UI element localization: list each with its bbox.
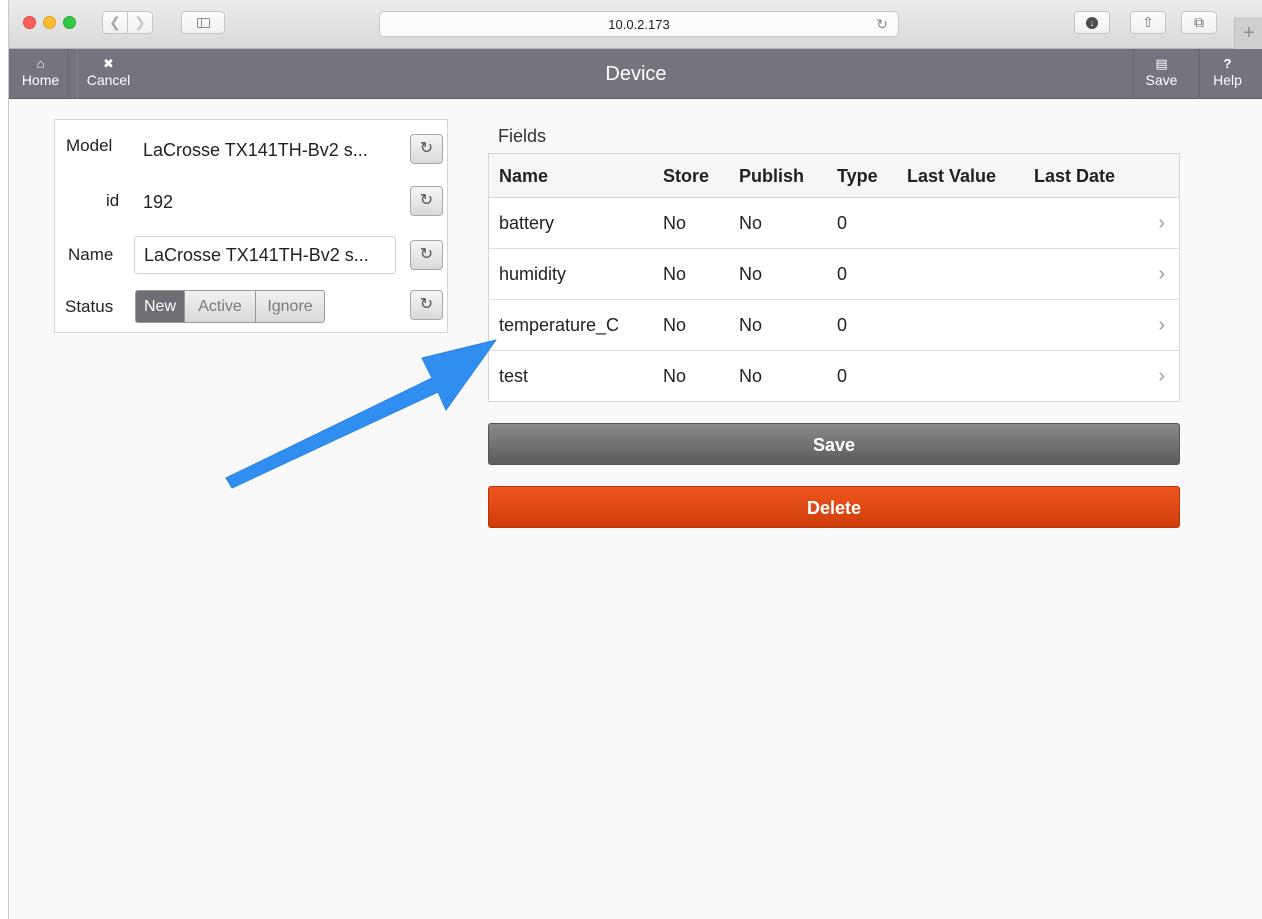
- minimize-window-button[interactable]: [43, 16, 56, 29]
- tabs-icon: ⧉: [1194, 14, 1204, 30]
- table-row[interactable]: humidity No No 0 ›: [489, 249, 1179, 300]
- reload-icon[interactable]: ↻: [876, 16, 888, 33]
- show-tabs-button[interactable]: ⧉: [1181, 11, 1217, 34]
- id-label: id: [106, 191, 120, 210]
- chevron-right-icon: ›: [1158, 365, 1165, 387]
- chevron-right-icon: ❯: [134, 14, 146, 30]
- reset-id-button[interactable]: ↻: [410, 186, 443, 216]
- address-bar[interactable]: 10.0.2.173 ↻: [379, 11, 899, 37]
- name-input[interactable]: LaCrosse TX141TH-Bv2 s...: [134, 236, 396, 274]
- annotation-arrow: [225, 339, 497, 489]
- field-name: battery: [499, 213, 555, 233]
- fields-title: Fields: [498, 126, 547, 146]
- chevron-right-icon: ›: [1158, 263, 1165, 285]
- download-icon: ↓: [1086, 17, 1098, 30]
- column-header-publish: Publish: [739, 166, 805, 186]
- fields-table: Name Store Publish Type Last Value Last …: [488, 153, 1180, 402]
- header-save-label: Save: [1145, 72, 1178, 88]
- column-header-store: Store: [663, 166, 710, 186]
- status-new-option[interactable]: New: [135, 290, 185, 323]
- save-button[interactable]: Save: [488, 423, 1180, 465]
- field-type: 0: [837, 315, 848, 335]
- app-header: Device ⌂ Home ✖ Cancel ▤ Save ? Help: [9, 49, 1262, 99]
- delete-button[interactable]: Delete: [488, 486, 1180, 528]
- name-label: Name: [68, 245, 114, 264]
- column-header-last-date: Last Date: [1034, 166, 1116, 186]
- model-label: Model: [66, 136, 113, 155]
- help-label: Help: [1213, 72, 1242, 88]
- new-tab-button[interactable]: +: [1234, 17, 1262, 49]
- reset-status-button[interactable]: ↻: [410, 290, 443, 320]
- field-type: 0: [837, 264, 848, 284]
- reset-icon: ↻: [419, 192, 434, 209]
- url-text: 10.0.2.173: [608, 17, 670, 32]
- column-header-name: Name: [499, 166, 549, 186]
- status-active-option[interactable]: Active: [185, 290, 256, 323]
- field-type: 0: [837, 213, 848, 233]
- reset-icon: ↻: [419, 296, 434, 313]
- reset-model-button[interactable]: ↻: [410, 134, 443, 164]
- field-name: humidity: [499, 264, 567, 284]
- browser-toolbar: ❮ ❯ 10.0.2.173 ↻ ↓ ⇧ ⧉ +: [9, 0, 1262, 49]
- sidebar-toggle-button[interactable]: [181, 11, 225, 34]
- browser-window: ❮ ❯ 10.0.2.173 ↻ ↓ ⇧ ⧉ + Device ⌂ Home ✖…: [8, 0, 1262, 919]
- home-button[interactable]: ⌂ Home: [13, 49, 69, 99]
- id-value: 192: [143, 192, 174, 212]
- close-icon: ✖: [103, 56, 114, 71]
- table-header-row: Name Store Publish Type Last Value Last …: [489, 154, 1179, 198]
- home-label: Home: [21, 72, 60, 88]
- table-row[interactable]: temperature_C No No 0 ›: [489, 300, 1179, 351]
- field-store: No: [663, 264, 687, 284]
- field-store: No: [663, 213, 687, 233]
- header-save-button[interactable]: ▤ Save: [1133, 49, 1189, 99]
- zoom-window-button[interactable]: [63, 16, 76, 29]
- field-publish: No: [739, 366, 763, 386]
- table-row[interactable]: test No No 0 ›: [489, 351, 1179, 402]
- question-icon: ?: [1223, 56, 1232, 71]
- cancel-label: Cancel: [86, 72, 131, 88]
- reset-icon: ↻: [419, 246, 434, 263]
- column-header-type: Type: [837, 166, 878, 186]
- close-window-button[interactable]: [23, 16, 36, 29]
- share-button[interactable]: ⇧: [1130, 11, 1166, 34]
- forward-button[interactable]: ❯: [127, 11, 153, 34]
- help-button[interactable]: ? Help: [1199, 49, 1255, 99]
- reset-name-button[interactable]: ↻: [410, 240, 443, 270]
- column-header-last-value: Last Value: [907, 166, 997, 186]
- page-title: Device: [605, 63, 667, 85]
- field-type: 0: [837, 366, 848, 386]
- chevron-left-icon: ❮: [109, 14, 121, 30]
- field-store: No: [663, 366, 687, 386]
- home-icon: ⌂: [36, 56, 45, 71]
- status-ignore-option[interactable]: Ignore: [256, 290, 325, 323]
- field-publish: No: [739, 315, 763, 335]
- downloads-button[interactable]: ↓: [1074, 11, 1110, 34]
- sidebar-icon: [197, 18, 210, 28]
- field-name: temperature_C: [499, 315, 620, 335]
- table-row[interactable]: battery No No 0 ›: [489, 198, 1179, 249]
- device-form: Model LaCrosse TX141TH-Bv2 s... ↻ id 192…: [54, 119, 448, 333]
- chevron-right-icon: ›: [1158, 212, 1165, 234]
- plus-icon: +: [1243, 22, 1255, 44]
- chevron-right-icon: ›: [1158, 314, 1165, 336]
- cancel-button[interactable]: ✖ Cancel: [77, 49, 139, 99]
- share-icon: ⇧: [1142, 14, 1154, 30]
- field-publish: No: [739, 213, 763, 233]
- reset-icon: ↻: [419, 140, 434, 157]
- model-value: LaCrosse TX141TH-Bv2 s...: [143, 140, 368, 160]
- back-button[interactable]: ❮: [102, 11, 128, 34]
- status-label: Status: [65, 297, 114, 316]
- save-icon: ▤: [1155, 56, 1168, 71]
- field-store: No: [663, 315, 687, 335]
- field-publish: No: [739, 264, 763, 284]
